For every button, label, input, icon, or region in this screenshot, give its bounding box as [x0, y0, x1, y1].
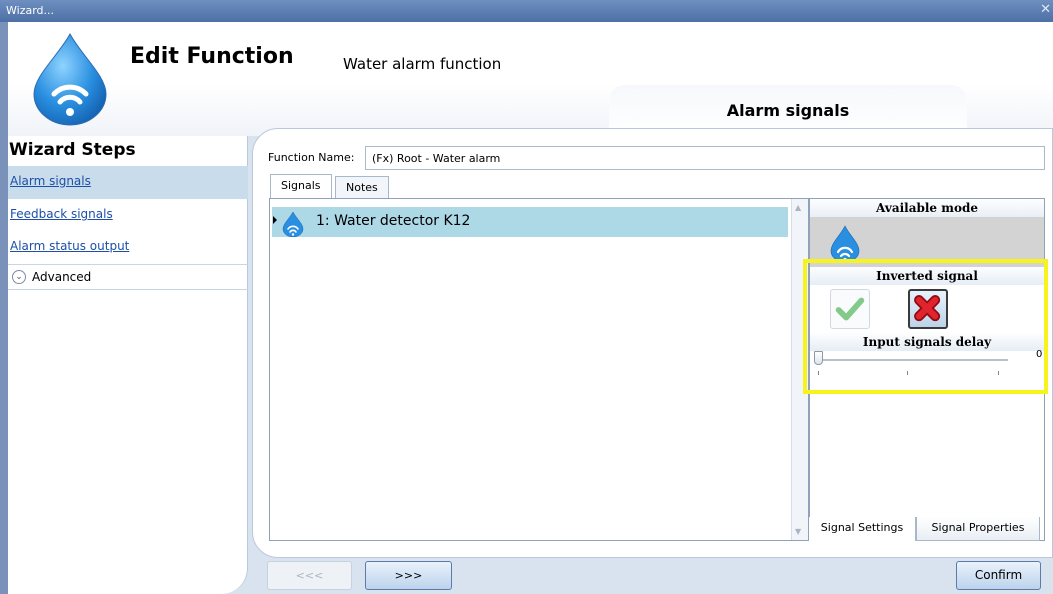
advanced-toggle[interactable]: ⌄ Advanced	[8, 264, 248, 290]
title-bar: Wizard... ✕	[0, 0, 1053, 22]
vertical-scrollbar[interactable]: ▲ ▼	[791, 199, 808, 540]
tab-notes[interactable]: Notes	[335, 176, 389, 198]
page-title: Edit Function	[130, 44, 294, 69]
page-subtitle: Water alarm function	[343, 55, 502, 73]
signal-label: 1: Water detector K12	[316, 213, 471, 229]
input-signals-delay-header: Input signals delay	[810, 333, 1044, 351]
chevron-down-circle-icon: ⌄	[12, 270, 26, 284]
inverted-signal-options	[810, 285, 1044, 333]
tab-signals[interactable]: Signals	[270, 174, 332, 198]
signals-list: 1: Water detector K12 ▲ ▼	[269, 198, 809, 541]
main-panel: Function Name: Signals Notes 1: Water de…	[252, 128, 1053, 558]
header: Edit Function Water alarm function Alarm…	[8, 22, 1053, 136]
wizard-steps-heading: Wizard Steps	[9, 140, 136, 160]
cross-icon	[914, 295, 941, 322]
inverted-no-button[interactable]	[908, 289, 948, 329]
water-drop-wireless-icon	[282, 211, 304, 237]
step-feedback-signals[interactable]: Feedback signals	[8, 199, 248, 232]
wizard-steps-panel: Wizard Steps Alarm signals Feedback sign…	[8, 136, 248, 594]
water-drop-wireless-icon[interactable]	[830, 225, 860, 263]
slider-tick	[998, 371, 999, 375]
slider-tick	[818, 371, 819, 375]
function-name-input[interactable]	[365, 146, 1045, 170]
next-button[interactable]: >>>	[365, 561, 452, 590]
tab-signal-settings[interactable]: Signal Settings	[809, 517, 916, 541]
scroll-up-icon[interactable]: ▲	[795, 203, 801, 212]
scroll-down-icon[interactable]: ▼	[795, 527, 801, 536]
delay-value: 0	[1036, 349, 1043, 360]
available-mode-area	[810, 217, 1044, 267]
list-item[interactable]: 1: Water detector K12	[272, 207, 788, 237]
advanced-label: Advanced	[32, 270, 92, 284]
previous-button[interactable]: <<<	[267, 561, 352, 590]
function-name-label: Function Name:	[268, 151, 355, 164]
window-title: Wizard...	[6, 4, 55, 17]
available-mode-header: Available mode	[810, 199, 1044, 217]
inverted-signal-header: Inverted signal	[810, 267, 1044, 285]
check-icon	[835, 297, 865, 321]
step-alarm-status-output[interactable]: Alarm status output	[8, 231, 248, 264]
inverted-yes-button[interactable]	[830, 289, 870, 329]
water-drop-wireless-icon	[33, 32, 107, 126]
step-alarm-signals[interactable]: Alarm signals	[8, 166, 248, 199]
confirm-button[interactable]: Confirm	[956, 561, 1041, 590]
slider-tick	[907, 371, 908, 375]
close-icon[interactable]: ✕	[1040, 2, 1051, 17]
delay-slider-track[interactable]	[818, 359, 1008, 361]
signal-settings-panel: Available mode Inverted signal Input sig…	[809, 198, 1045, 541]
row-indicator-icon	[273, 216, 277, 224]
window-border	[0, 22, 8, 594]
delay-slider-thumb[interactable]	[814, 351, 823, 365]
tab-signal-properties[interactable]: Signal Properties	[916, 517, 1040, 541]
